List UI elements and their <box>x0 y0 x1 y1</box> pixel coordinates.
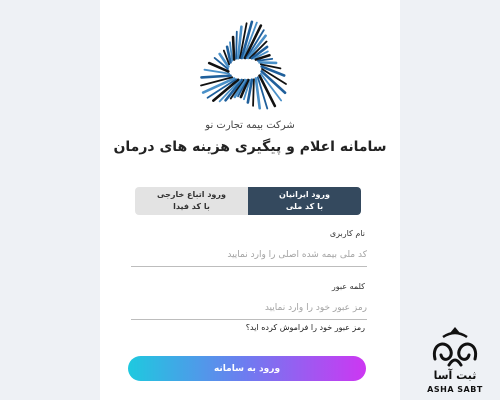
password-label: کلمه عبور <box>331 282 365 291</box>
tab-foreign-title: ورود اتباع خارجی <box>157 190 226 199</box>
username-label: نام کاربری <box>329 229 365 238</box>
watermark-latin: ASHA SABT <box>427 385 483 394</box>
tab-foreign-login[interactable]: ورود اتباع خارجی با کد فیدا <box>135 187 248 215</box>
username-input[interactable] <box>131 244 367 267</box>
tab-iranian-title: ورود ایرانیان <box>279 190 331 199</box>
logo-stroke <box>252 78 255 107</box>
forgot-password-link[interactable]: رمز عبور خود را فراموش کرده اید؟ <box>246 323 365 332</box>
tab-foreign-subtitle: با کد فیدا <box>173 202 210 211</box>
company-logo <box>200 20 287 110</box>
page-title: سامانه اعلام و پیگیری هزینه های درمان <box>113 139 387 155</box>
watermark-persian: ثبت آسا <box>433 369 477 382</box>
logo-stroke <box>258 61 278 65</box>
logo-stroke <box>200 74 232 79</box>
tab-iranian-login[interactable]: ورود ایرانیان با کد ملی <box>248 187 361 215</box>
company-name: شرکت بیمه تجارت نو <box>205 120 295 131</box>
login-type-tabs: ورود ایرانیان با کد ملی ورود اتباع خارجی… <box>135 187 361 215</box>
watermark: ثبت آسا ASHA SABT <box>415 325 495 400</box>
logo-stroke <box>235 30 238 60</box>
watermark-logo-icon <box>432 327 478 367</box>
login-button[interactable]: ورود به سامانه <box>128 356 366 381</box>
password-input[interactable] <box>131 297 367 320</box>
logo-stroke <box>231 35 236 61</box>
tab-iranian-subtitle: با کد ملی <box>285 202 324 211</box>
